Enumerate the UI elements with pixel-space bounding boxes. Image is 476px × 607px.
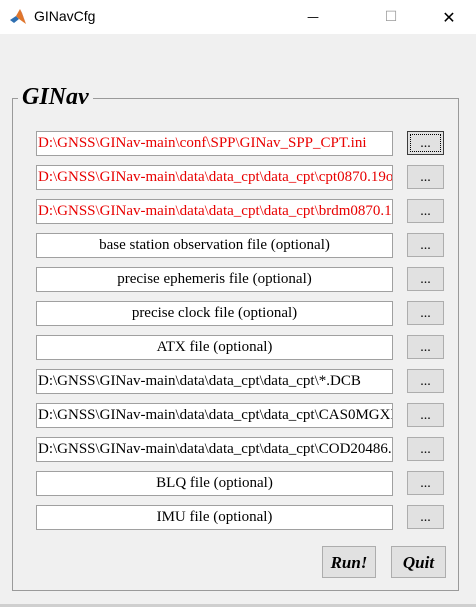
close-button[interactable]: ✕: [426, 0, 472, 34]
browse-base-obs-button[interactable]: ...: [407, 233, 444, 257]
minimize-icon: —: [307, 10, 319, 24]
maximize-button[interactable]: ☐: [368, 0, 414, 34]
imu-file-field[interactable]: IMU file (optional): [36, 505, 393, 530]
browse-precise-ephemeris-button[interactable]: ...: [407, 267, 444, 291]
group-title: GINav: [18, 82, 93, 112]
bias-file-field[interactable]: D:\GNSS\GINav-main\data\data_cpt\data_cp…: [36, 403, 393, 428]
quit-button[interactable]: Quit: [391, 546, 446, 578]
browse-dcb-button[interactable]: ...: [407, 369, 444, 393]
browse-atx-button[interactable]: ...: [407, 335, 444, 359]
maximize-icon: ☐: [384, 9, 398, 25]
browse-precise-clock-button[interactable]: ...: [407, 301, 444, 325]
base-obs-file-field[interactable]: base station observation file (optional): [36, 233, 393, 258]
precise-ephemeris-field[interactable]: precise ephemeris file (optional): [36, 267, 393, 292]
browse-nav-button[interactable]: ...: [407, 199, 444, 223]
atx-file-field[interactable]: ATX file (optional): [36, 335, 393, 360]
blq-file-field[interactable]: BLQ file (optional): [36, 471, 393, 496]
browse-rover-obs-button[interactable]: ...: [407, 165, 444, 189]
dcb-file-field[interactable]: D:\GNSS\GINav-main\data\data_cpt\data_cp…: [36, 369, 393, 394]
nav-file-field[interactable]: D:\GNSS\GINav-main\data\data_cpt\data_cp…: [36, 199, 393, 224]
browse-blq-button[interactable]: ...: [407, 471, 444, 495]
browse-erp-button[interactable]: ...: [407, 437, 444, 461]
matlab-icon: [10, 9, 26, 24]
config-file-field[interactable]: D:\GNSS\GINav-main\conf\SPP\GINav_SPP_CP…: [36, 131, 393, 156]
close-icon: ✕: [442, 7, 456, 27]
title-bar: GINavCfg — ☐ ✕: [0, 0, 476, 34]
browse-imu-button[interactable]: ...: [407, 505, 444, 529]
window-title: GINavCfg: [34, 8, 96, 24]
erp-file-field[interactable]: D:\GNSS\GINav-main\data\data_cpt\data_cp…: [36, 437, 393, 462]
run-button[interactable]: Run!: [322, 546, 376, 578]
rover-obs-file-field[interactable]: D:\GNSS\GINav-main\data\data_cpt\data_cp…: [36, 165, 393, 190]
precise-clock-field[interactable]: precise clock file (optional): [36, 301, 393, 326]
browse-bias-button[interactable]: ...: [407, 403, 444, 427]
minimize-button[interactable]: —: [290, 0, 336, 34]
browse-config-button[interactable]: ...: [407, 131, 444, 155]
